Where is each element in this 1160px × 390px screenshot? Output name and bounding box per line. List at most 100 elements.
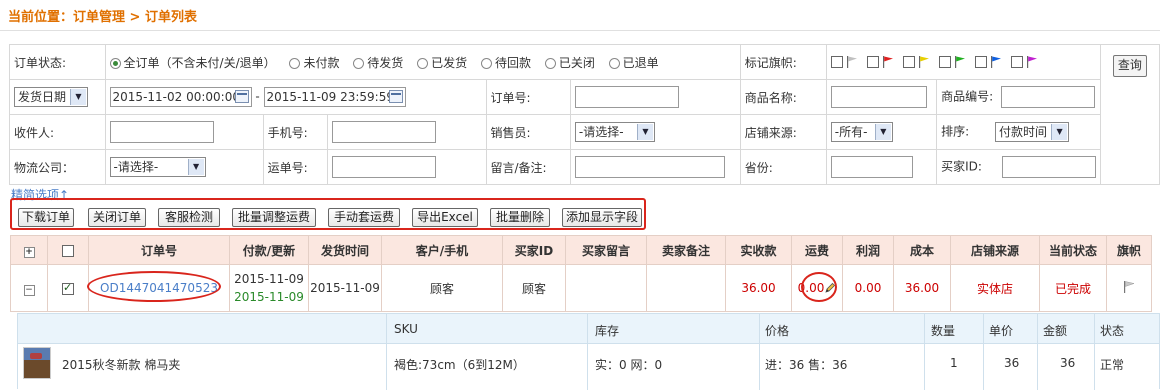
shop-source-select[interactable]: -所有- ▼ xyxy=(830,122,893,142)
price-value: 进：36 售：36 xyxy=(765,358,848,372)
manual-shipping-button[interactable]: 手动套运费 xyxy=(328,208,400,227)
phone-label: 手机号: xyxy=(262,114,329,150)
receiver-label: 收件人: xyxy=(9,114,106,150)
logistics-select[interactable]: -请选择- ▼ xyxy=(109,157,206,177)
radio-awaiting-payment[interactable]: 待回款 xyxy=(480,54,531,71)
flag-checkbox-4[interactable] xyxy=(938,55,967,70)
chevron-down-icon: ▼ xyxy=(70,89,86,105)
salesman-cell: -请选择- ▼ xyxy=(569,114,741,150)
product-thumbnail[interactable] xyxy=(23,347,51,379)
download-orders-button[interactable]: 下载订单 xyxy=(18,208,74,227)
flag-checkbox-6[interactable] xyxy=(1010,55,1039,70)
tracking-label: 运单号: xyxy=(262,149,329,185)
chevron-down-icon: ▼ xyxy=(187,159,204,175)
flag-cell xyxy=(1106,264,1152,312)
remark-input[interactable] xyxy=(574,156,725,178)
product-code-label: 商品编号: xyxy=(941,89,994,104)
date-type-select[interactable]: 发货日期 ▼ xyxy=(14,87,88,107)
province-label: 省份: xyxy=(739,149,827,185)
shipping-edit-highlight xyxy=(801,272,837,302)
checkbox-icon xyxy=(1010,56,1023,69)
sort-label: 排序: xyxy=(941,124,970,139)
date-type-cell: 发货日期 ▼ xyxy=(9,79,106,115)
export-excel-button[interactable]: 导出Excel xyxy=(412,208,478,227)
batch-delete-button[interactable]: 批量删除 xyxy=(490,208,550,227)
order-no-label: 订单号: xyxy=(485,79,571,115)
add-display-field-button[interactable]: 添加显示字段 xyxy=(562,208,642,227)
salesman-select[interactable]: -请选择- ▼ xyxy=(574,122,655,142)
radio-icon xyxy=(480,57,492,69)
date-separator: - xyxy=(255,89,260,104)
radio-icon xyxy=(608,57,620,69)
col-buyer-id: 买家ID xyxy=(502,235,566,265)
radio-icon xyxy=(417,57,429,69)
flag-checkbox-1[interactable] xyxy=(830,55,859,70)
logistics-cell: -请选择- ▼ xyxy=(104,149,264,185)
radio-icon xyxy=(353,57,365,69)
sort-cell: 排序: 付款时间 ▼ xyxy=(936,114,1101,150)
batch-shipping-button[interactable]: 批量调整运费 xyxy=(232,208,316,227)
order-number-highlight xyxy=(87,271,221,302)
tracking-input[interactable] xyxy=(332,156,437,178)
phone-input[interactable] xyxy=(332,121,437,143)
ship-date: 2015-11-09 xyxy=(308,264,382,312)
product-code-input[interactable] xyxy=(1001,86,1096,108)
item-status-value: 正常 xyxy=(1100,358,1125,372)
calendar-icon[interactable] xyxy=(388,90,403,103)
col-received: 实收款 xyxy=(725,235,792,265)
expand-all-icon[interactable]: + xyxy=(23,246,35,258)
status-radio-group: 全订单（不含未付/关/退单） 未付款 待发货 已发货 待回款 已关闭 已退单 xyxy=(104,44,741,80)
calendar-icon[interactable] xyxy=(234,90,249,103)
col-order-no: 订单号 xyxy=(88,235,230,265)
sku-col-header: SKU xyxy=(394,322,418,336)
qty-col-header: 数量 xyxy=(931,324,956,338)
chevron-down-icon: ▼ xyxy=(1051,124,1068,140)
radio-all[interactable]: 全订单（不含未付/关/退单） xyxy=(109,54,276,71)
date-range-cell: 2015-11-02 00:00:00 - 2015-11-09 23:59:5… xyxy=(104,79,487,115)
close-order-button[interactable]: 关闭订单 xyxy=(88,208,146,227)
collapse-row-icon[interactable]: − xyxy=(23,284,35,296)
buyer-id-label: 买家ID: xyxy=(941,159,982,174)
sort-select[interactable]: 付款时间 ▼ xyxy=(995,122,1070,142)
received-amount: 36.00 xyxy=(725,264,792,312)
radio-refunded[interactable]: 已退单 xyxy=(608,54,659,71)
flag-icon xyxy=(881,55,895,69)
flag-icon[interactable] xyxy=(1122,280,1136,294)
flag-icon xyxy=(953,55,967,69)
select-all-checkbox[interactable] xyxy=(62,244,74,257)
qty-value: 1 xyxy=(950,356,958,370)
product-code-cell: 商品编号: xyxy=(936,79,1101,115)
product-name-input[interactable] xyxy=(830,86,927,108)
service-check-button[interactable]: 客服检测 xyxy=(158,208,220,227)
sku-table-header xyxy=(18,314,1159,344)
flag-checkbox-group xyxy=(825,44,1101,80)
buyer-id-input[interactable] xyxy=(1001,156,1096,178)
radio-to-ship[interactable]: 待发货 xyxy=(353,54,403,71)
salesman-label: 销售员: xyxy=(485,114,571,150)
breadcrumb: 当前位置：订单管理 > 订单列表 xyxy=(8,10,197,25)
flag-icon xyxy=(845,55,859,69)
status-col-header: 状态 xyxy=(1100,324,1125,338)
receiver-input[interactable] xyxy=(109,121,214,143)
province-input[interactable] xyxy=(830,156,913,178)
order-no-input[interactable] xyxy=(574,86,679,108)
col-status: 当前状态 xyxy=(1039,235,1107,265)
buyer-id-value: 顾客 xyxy=(502,264,566,312)
radio-shipped[interactable]: 已发货 xyxy=(417,54,467,71)
receiver-cell xyxy=(104,114,264,150)
col-shipping: 运费 xyxy=(791,235,843,265)
checkbox-icon xyxy=(830,56,843,69)
radio-closed[interactable]: 已关闭 xyxy=(544,54,595,71)
date-from-input[interactable]: 2015-11-02 00:00:00 xyxy=(109,87,252,107)
buyer-message-value xyxy=(565,264,647,312)
flag-checkbox-2[interactable] xyxy=(866,55,895,70)
tracking-cell xyxy=(327,149,487,185)
seller-note-value xyxy=(646,264,726,312)
row-checkbox[interactable] xyxy=(62,281,74,295)
flag-checkbox-5[interactable] xyxy=(974,55,1003,70)
date-to-input[interactable]: 2015-11-09 23:59:59 xyxy=(263,87,406,107)
col-pay-update: 付款/更新 xyxy=(229,235,309,265)
query-button[interactable]: 查询 xyxy=(1112,55,1147,77)
radio-unpaid[interactable]: 未付款 xyxy=(289,54,339,71)
flag-checkbox-3[interactable] xyxy=(902,55,931,70)
